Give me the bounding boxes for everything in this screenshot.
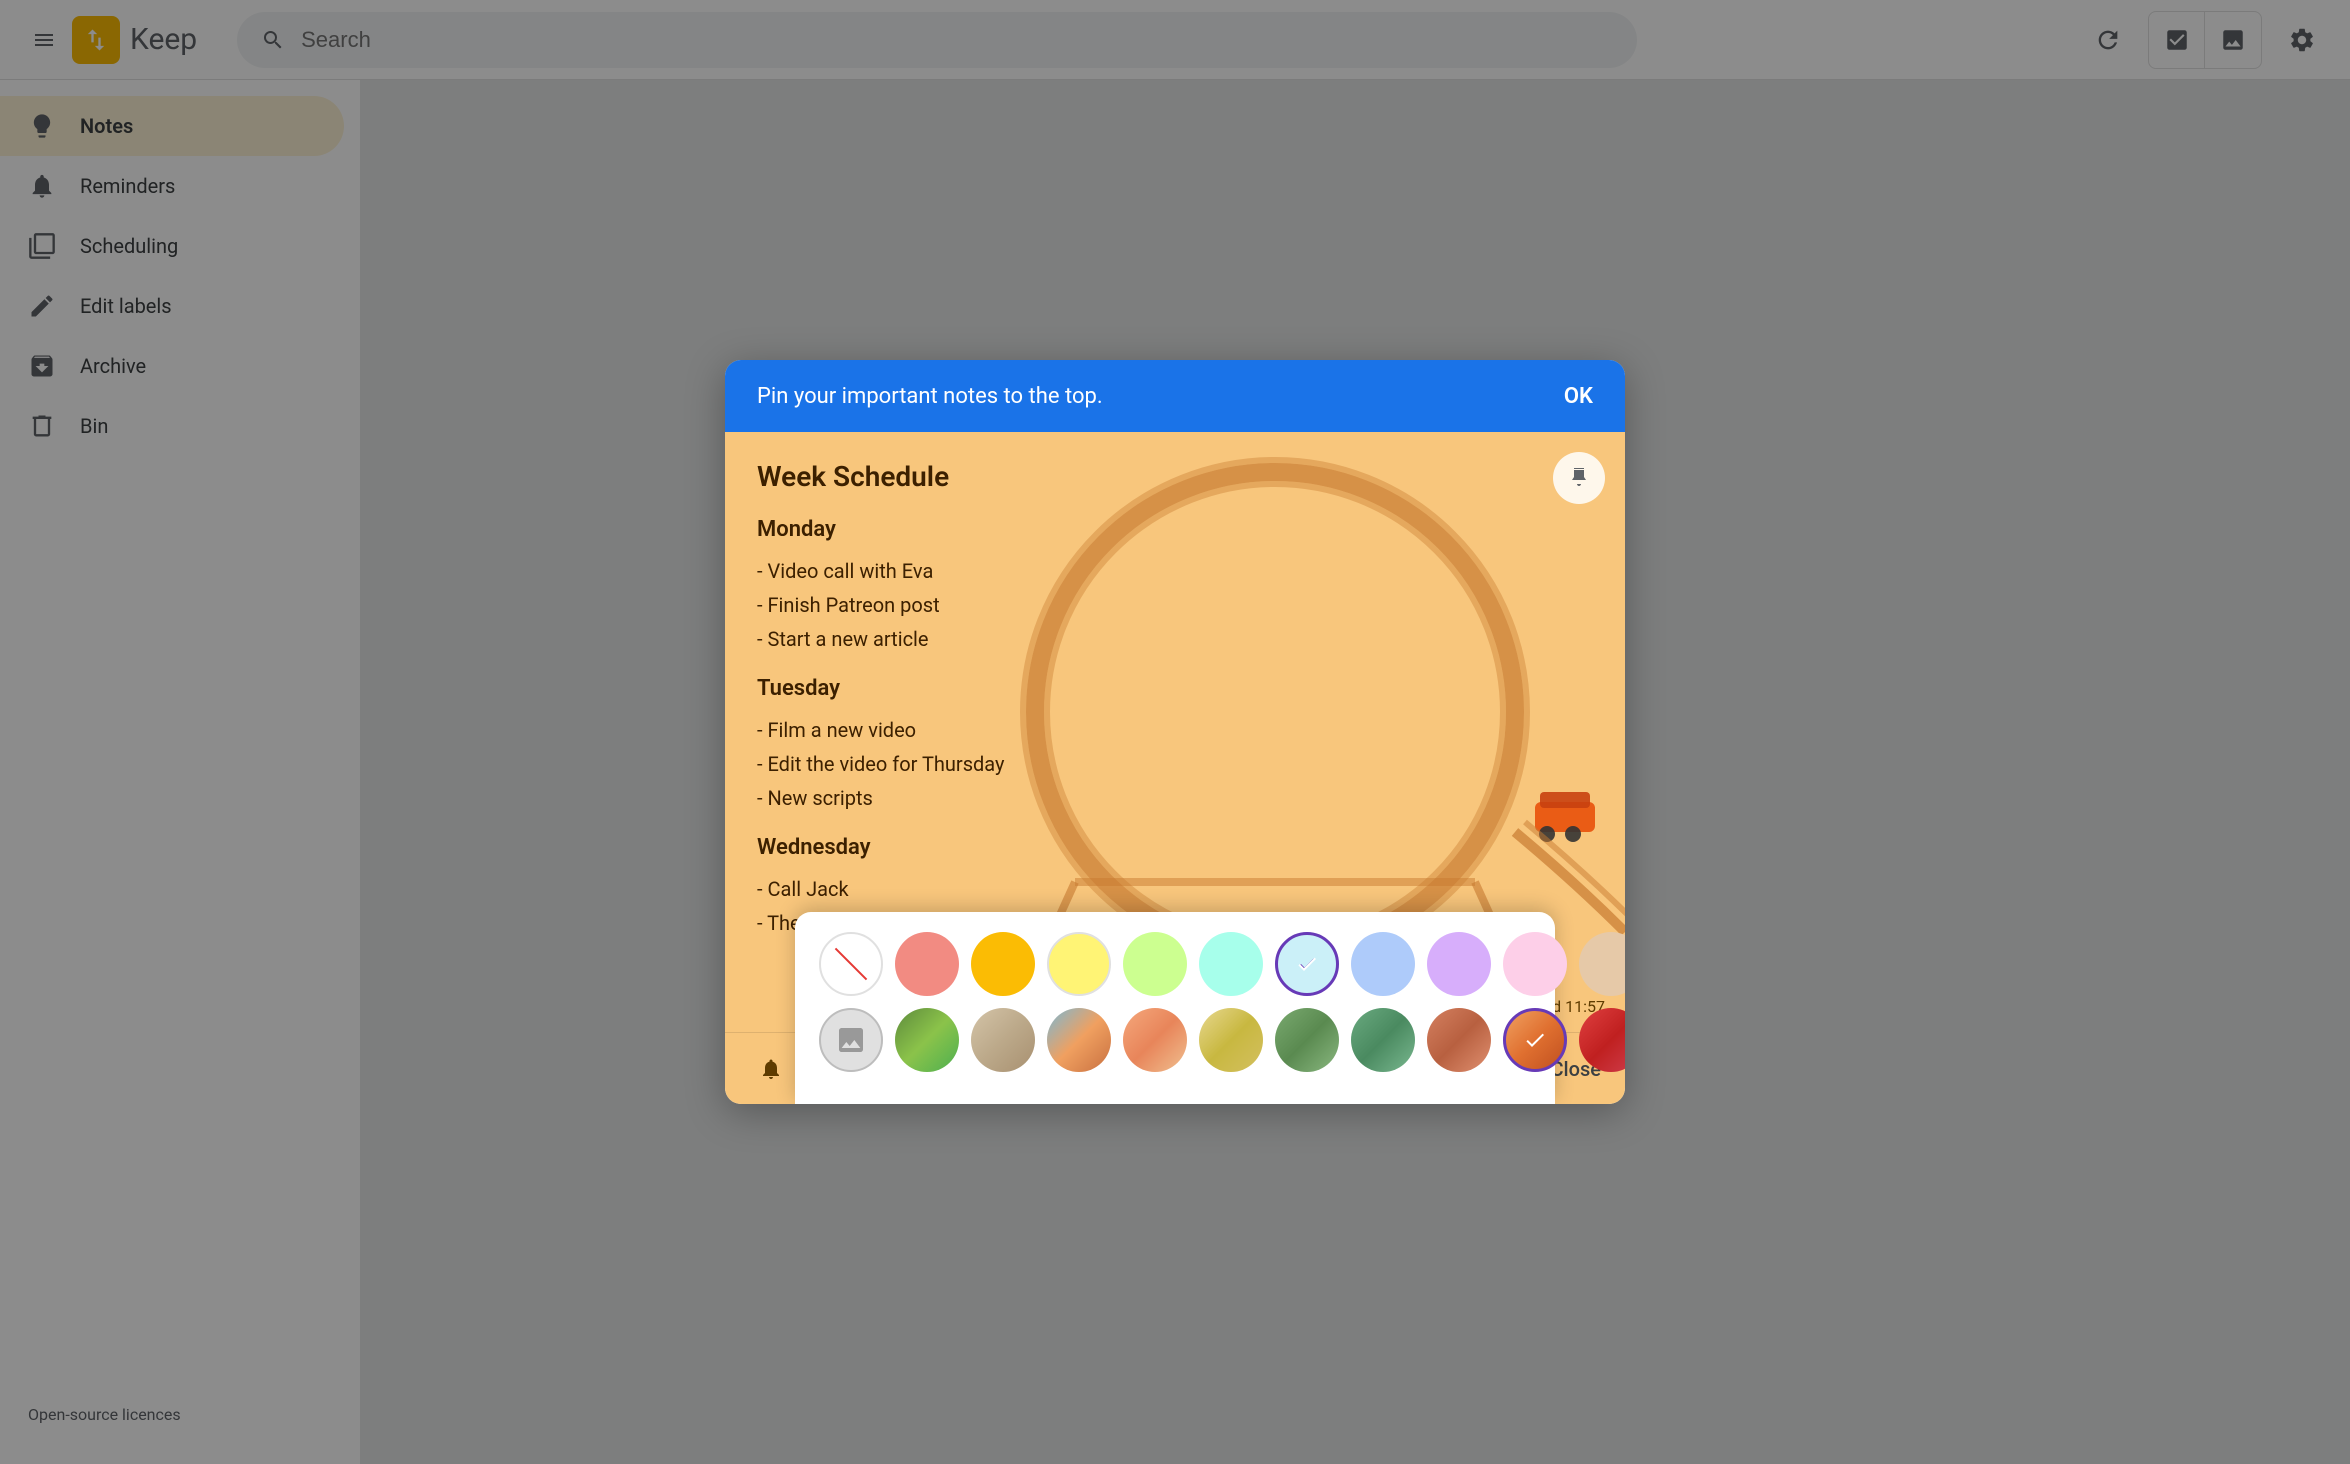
color-none[interactable] bbox=[819, 932, 883, 996]
tuesday-item-1: - Film a new video bbox=[757, 713, 1593, 747]
color-swatches-row bbox=[819, 932, 1531, 996]
ok-button[interactable]: OK bbox=[1564, 384, 1593, 409]
day-monday-label: Monday bbox=[757, 517, 1593, 542]
day-tuesday: Tuesday - Film a new video - Edit the vi… bbox=[757, 676, 1593, 815]
texture-mushroom[interactable] bbox=[1427, 1008, 1491, 1072]
color-green[interactable] bbox=[1123, 932, 1187, 996]
day-monday: Monday - Video call with Eva - Finish Pa… bbox=[757, 517, 1593, 656]
tuesday-item-2: - Edit the video for Thursday bbox=[757, 747, 1593, 781]
color-orange[interactable] bbox=[971, 932, 1035, 996]
color-red[interactable] bbox=[895, 932, 959, 996]
day-wednesday-label: Wednesday bbox=[757, 835, 1593, 860]
color-picker bbox=[795, 912, 1555, 1104]
texture-leaf[interactable] bbox=[971, 1008, 1035, 1072]
texture-rollercoaster[interactable] bbox=[1503, 1008, 1567, 1072]
texture-forest[interactable] bbox=[895, 1008, 959, 1072]
wednesday-item-1: - Call Jack bbox=[757, 872, 1593, 906]
note-text-content: Week Schedule Monday - Video call with E… bbox=[725, 432, 1625, 968]
texture-mountains[interactable] bbox=[1047, 1008, 1111, 1072]
modal-topbar: Pin your important notes to the top. OK bbox=[725, 360, 1625, 432]
pin-message: Pin your important notes to the top. bbox=[757, 384, 1103, 409]
color-purple[interactable] bbox=[1427, 932, 1491, 996]
texture-none[interactable] bbox=[819, 1008, 883, 1072]
tuesday-item-3: - New scripts bbox=[757, 781, 1593, 815]
note-title: Week Schedule bbox=[757, 460, 1593, 493]
monday-item-3: - Start a new article bbox=[757, 622, 1593, 656]
day-tuesday-label: Tuesday bbox=[757, 676, 1593, 701]
color-teal[interactable] bbox=[1199, 932, 1263, 996]
note-modal: Pin your important notes to the top. OK bbox=[725, 360, 1625, 1104]
monday-item-2: - Finish Patreon post bbox=[757, 588, 1593, 622]
remind-button[interactable] bbox=[749, 1047, 793, 1091]
texture-candle[interactable] bbox=[1275, 1008, 1339, 1072]
color-pink[interactable] bbox=[1503, 932, 1567, 996]
texture-peach[interactable] bbox=[1123, 1008, 1187, 1072]
texture-trees[interactable] bbox=[1199, 1008, 1263, 1072]
monday-item-1: - Video call with Eva bbox=[757, 554, 1593, 588]
color-blue[interactable] bbox=[1275, 932, 1339, 996]
color-yellow[interactable] bbox=[1047, 932, 1111, 996]
texture-swatches-row bbox=[819, 1008, 1531, 1072]
texture-forest2[interactable] bbox=[1351, 1008, 1415, 1072]
color-darkblue[interactable] bbox=[1351, 932, 1415, 996]
